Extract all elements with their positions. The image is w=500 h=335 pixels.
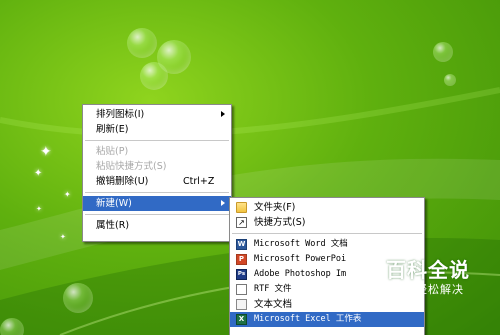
menu-item-accelerator: (W) bbox=[115, 198, 132, 209]
menu-item-accelerator: (I) bbox=[134, 109, 145, 120]
menu-item-label: Microsoft Word 文档 bbox=[254, 239, 348, 249]
word-doc-icon: W bbox=[236, 239, 247, 250]
menu-item-label: Adobe Photoshop Im bbox=[254, 269, 347, 279]
excel-icon: X bbox=[236, 314, 247, 325]
menu-item-accelerator: (E) bbox=[115, 124, 129, 135]
menu-item-accelerator: (F) bbox=[282, 202, 296, 213]
desktop-context-menu: 排列图标(I) 刷新(E) 粘贴(P) 粘贴快捷方式(S) 撤销删除(U) Ct… bbox=[82, 104, 232, 242]
bubble-1 bbox=[127, 28, 157, 58]
sparkle-icon: ✦ bbox=[64, 190, 71, 199]
rtf-file-icon bbox=[236, 284, 247, 295]
menu-item-label: 撤销删除 bbox=[96, 176, 135, 187]
watermark-title: 百科全说 bbox=[386, 258, 470, 282]
sparkle-icon: ✦ bbox=[36, 205, 42, 213]
menu-item-label: 刷新 bbox=[96, 124, 116, 135]
menu-item-label: 排列图标 bbox=[96, 109, 135, 120]
menu-item-paste[interactable]: 粘贴(P) bbox=[83, 144, 231, 159]
menu-item-undo-delete[interactable]: 撤销删除(U) Ctrl+Z bbox=[83, 174, 231, 189]
submenu-item-excel-worksheet[interactable]: X Microsoft Excel 工作表 bbox=[230, 312, 424, 327]
submenu-arrow-icon bbox=[221, 200, 225, 206]
sparkle-icon: ✦ bbox=[60, 233, 66, 241]
text-doc-icon bbox=[236, 299, 247, 310]
menu-separator bbox=[85, 140, 229, 141]
menu-item-arrange-icons[interactable]: 排列图标(I) bbox=[83, 107, 231, 122]
menu-item-label: 属性 bbox=[96, 220, 116, 231]
menu-item-accelerator: (R) bbox=[115, 220, 130, 231]
menu-separator bbox=[232, 233, 422, 234]
bubble-3 bbox=[140, 62, 168, 90]
submenu-item-shortcut[interactable]: ↗ 快捷方式(S) bbox=[230, 215, 424, 230]
bubble-5 bbox=[444, 74, 456, 86]
menu-separator bbox=[85, 214, 229, 215]
photoshop-icon: Ps bbox=[236, 269, 247, 280]
menu-item-label: 快捷方式 bbox=[254, 217, 293, 228]
folder-icon bbox=[236, 202, 247, 213]
menu-item-label: 文本文档 bbox=[254, 299, 293, 310]
menu-item-label: Microsoft Excel 工作表 bbox=[254, 314, 362, 324]
shortcut-icon: ↗ bbox=[236, 217, 247, 228]
menu-item-refresh[interactable]: 刷新(E) bbox=[83, 122, 231, 137]
sparkle-icon: ✦ bbox=[40, 144, 52, 160]
watermark-subtitle: 助你轻松解决 bbox=[392, 283, 464, 296]
menu-item-accelerator: (S) bbox=[153, 161, 167, 172]
menu-item-accelerator: (P) bbox=[115, 146, 129, 157]
menu-item-label: RTF 文件 bbox=[254, 284, 292, 294]
menu-item-label: 粘贴快捷方式 bbox=[96, 161, 154, 172]
sparkle-icon: ✦ bbox=[34, 168, 43, 179]
bubble-6 bbox=[63, 283, 93, 313]
menu-item-properties[interactable]: 属性(R) bbox=[83, 218, 231, 233]
menu-item-new[interactable]: 新建(W) bbox=[83, 196, 231, 211]
menu-item-label: 新建 bbox=[96, 198, 116, 209]
menu-item-paste-shortcut[interactable]: 粘贴快捷方式(S) bbox=[83, 159, 231, 174]
submenu-item-folder[interactable]: 文件夹(F) bbox=[230, 200, 424, 215]
submenu-item-text-document[interactable]: 文本文档 bbox=[230, 297, 424, 312]
watermark-logo: 百科全说 助你轻松解决 bbox=[362, 258, 494, 298]
menu-item-shortcut: Ctrl+Z bbox=[183, 176, 215, 187]
menu-item-label: 粘贴 bbox=[96, 146, 116, 157]
powerpoint-icon: P bbox=[236, 254, 247, 265]
menu-separator bbox=[85, 192, 229, 193]
menu-item-label: 文件夹 bbox=[254, 202, 283, 213]
submenu-item-word-document[interactable]: W Microsoft Word 文档 bbox=[230, 237, 424, 252]
submenu-arrow-icon bbox=[221, 111, 225, 117]
menu-item-accelerator: (S) bbox=[292, 217, 306, 228]
bubble-7 bbox=[0, 318, 24, 335]
menu-item-label: Microsoft PowerPoi bbox=[254, 254, 347, 264]
menu-item-accelerator: (U) bbox=[134, 176, 149, 187]
bubble-4 bbox=[433, 42, 453, 62]
